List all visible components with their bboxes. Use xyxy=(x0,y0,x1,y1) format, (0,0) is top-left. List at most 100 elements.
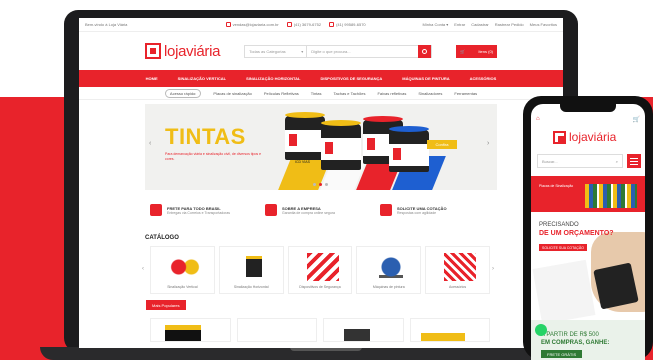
calculator-icon xyxy=(593,262,639,310)
phone-logo-text: lojaviária xyxy=(569,130,617,144)
nav-home[interactable]: HOME xyxy=(146,76,158,81)
product-card[interactable] xyxy=(150,318,231,342)
logo-mark-icon xyxy=(145,43,161,59)
vertical-signage-thumb xyxy=(169,253,201,281)
quote-button[interactable]: SOLICITE SUA COTAÇÃO xyxy=(539,244,587,251)
quick-link-studs[interactable]: Tachas e Tachões xyxy=(334,91,366,96)
favorites-link[interactable]: Meus Favoritos xyxy=(530,22,557,27)
email-contact[interactable]: vendas@lojaviaria.com.br xyxy=(225,22,279,27)
phone-logo[interactable]: lojaviária xyxy=(553,130,616,144)
cart-label: Itens (0) xyxy=(478,48,493,54)
product-card[interactable] xyxy=(323,318,404,342)
search-button[interactable] xyxy=(418,44,432,58)
quick-link-signals[interactable]: Sinalizadores xyxy=(418,91,442,96)
phone-search-placeholder: Buscar... xyxy=(542,158,558,164)
catalog-card-horizontal[interactable]: Sinalização Horizontal xyxy=(218,246,284,294)
phone-banner-text: Placas de Sinalização xyxy=(539,184,574,188)
whatsapp-icon xyxy=(329,22,335,27)
horizontal-signage-thumb xyxy=(237,253,270,281)
nav-horizontal-signage[interactable]: SINALIZAÇÃO HORIZONTAL xyxy=(246,76,300,81)
catalog-card-safety[interactable]: Dispositivos de Segurança xyxy=(287,246,353,294)
catalog-card-machines[interactable]: Máquinas de pintura xyxy=(356,246,422,294)
phone-banner-image xyxy=(585,184,637,208)
catalog-card-accessories[interactable]: Acessórios xyxy=(425,246,490,294)
search-bar: Todas as Categorias ▾ Digite o que procur… xyxy=(244,44,433,58)
feature-quote: SOLICITE UMA COTAÇÃO Respostas com agilid… xyxy=(380,198,490,222)
site-logo[interactable]: lojaviária xyxy=(145,42,221,60)
phone-banner[interactable]: Placas de Sinalização xyxy=(531,176,645,212)
can-brand-label: ICD VIAS xyxy=(295,160,310,164)
track-order-link[interactable]: Rastrear Pedido xyxy=(495,22,524,27)
paint-can xyxy=(389,126,429,172)
promo-line-2: EM COMPRAS, GANHE: xyxy=(541,340,610,346)
my-account-link[interactable]: Minha Conta ▾ xyxy=(422,22,448,27)
document-icon xyxy=(380,204,392,216)
nav-accessories[interactable]: ACESSÓRIOS xyxy=(470,76,497,81)
catalog-prev-arrow-icon[interactable]: ‹ xyxy=(142,266,144,272)
login-link[interactable]: Entrar xyxy=(454,22,465,27)
hamburger-menu-icon[interactable] xyxy=(627,154,641,168)
nav-paint-machines[interactable]: MÁQUINAS DE PINTURA xyxy=(402,76,449,81)
feature-title: FRETE PARA TODO BRASIL xyxy=(167,205,221,211)
phone-search-input[interactable]: Buscar... ⌕ xyxy=(537,154,623,168)
phone-screen: ⌂ 🛒 lojaviária Buscar... ⌕ Placas de Sin… xyxy=(531,104,645,360)
banner-title: TINTAS xyxy=(165,124,246,149)
logo-text: lojaviária xyxy=(164,42,221,60)
truck-icon xyxy=(150,204,162,216)
quick-link-plates[interactable]: Placas de sinalização xyxy=(213,91,251,96)
whatsapp-contact[interactable]: (41) 99589-6570 xyxy=(329,22,366,27)
banner-subtitle: Para demarcação viária e sinalização civ… xyxy=(165,152,262,161)
catalog-next-arrow-icon[interactable]: › xyxy=(492,266,494,272)
promo-line-1: A PARTIR DE R$ 500 xyxy=(541,332,599,338)
phone-quote-banner[interactable]: PRECISANDO DE UM ORÇAMENTO? SOLICITE SUA… xyxy=(531,212,645,320)
catalog-card-vertical[interactable]: Sinalização Vertical xyxy=(150,246,215,294)
search-icon[interactable]: ⌕ xyxy=(616,159,618,164)
cart-button[interactable]: 🛒 Itens (0) xyxy=(456,44,497,58)
feature-about: SOBRE A EMPRESA Garantia de compra online… xyxy=(265,198,375,222)
phone-cart-icon[interactable]: 🛒 xyxy=(633,116,640,123)
showcase-stage: Bem-vindo à Loja Viária vendas@lojaviari… xyxy=(0,0,653,360)
feature-title: SOLICITE UMA COTAÇÃO xyxy=(397,205,447,211)
product-thumb xyxy=(344,329,370,341)
quick-link-tools[interactable]: Ferramentas xyxy=(454,91,477,96)
category-select[interactable]: Todas as Categorias ▾ xyxy=(245,45,308,57)
top-bar: Bem-vindo à Loja Viária vendas@lojaviari… xyxy=(79,18,563,32)
nav-vertical-signage[interactable]: SINALIZAÇÃO VERTICAL xyxy=(178,76,226,81)
paint-machine-thumb xyxy=(375,253,408,281)
quick-link-strips[interactable]: Faixas refletivas xyxy=(377,91,406,96)
paint-can xyxy=(285,112,325,160)
phone-contact[interactable]: (41) 3679-6752 xyxy=(286,22,321,27)
hero-banner: ‹ › TINTAS Para demarcação viária e sina… xyxy=(145,104,497,190)
site-header: lojaviária Todas as Categorias ▾ Digite o… xyxy=(79,32,563,70)
mail-icon xyxy=(225,22,231,27)
catalog-title: CATÁLOGO xyxy=(145,235,179,241)
quick-access-label: Acesso rápido: xyxy=(164,88,202,98)
paper-sheet xyxy=(532,259,596,320)
feature-text: Respostas com agilidade xyxy=(397,210,437,215)
banner-prev-arrow-icon[interactable]: ‹ xyxy=(149,140,157,148)
phone-notch xyxy=(560,104,616,112)
product-card[interactable] xyxy=(236,318,317,342)
catalog-card-label: Sinalização Vertical xyxy=(167,285,198,289)
phone-icon xyxy=(286,22,292,27)
quick-link-paints[interactable]: Tintas xyxy=(311,91,322,96)
features-strip: FRETE PARA TODO BRASIL Entregas via Corre… xyxy=(150,198,490,222)
catalog-card-label: Acessórios xyxy=(449,285,467,289)
register-link[interactable]: Cadastrar xyxy=(471,22,489,27)
popular-tab[interactable]: Mais Populares xyxy=(146,300,186,310)
logo-mark-icon xyxy=(553,130,566,144)
quick-link-films[interactable]: Películas Refletivas xyxy=(264,91,299,96)
search-input[interactable]: Digite o que procura... xyxy=(307,49,418,54)
nav-safety-devices[interactable]: DISPOSITIVOS DE SEGURANÇA xyxy=(321,76,383,81)
quick-access-nav: Acesso rápido: Placas de sinalização Pel… xyxy=(79,87,563,100)
carousel-dots[interactable] xyxy=(313,183,328,186)
home-icon[interactable]: ⌂ xyxy=(536,116,540,122)
safety-devices-thumb xyxy=(306,253,339,281)
phone-status-row: ⌂ 🛒 xyxy=(531,112,645,126)
whatsapp-float-icon[interactable] xyxy=(535,324,547,336)
phone-promo-banner[interactable]: A PARTIR DE R$ 500 EM COMPRAS, GANHE: FR… xyxy=(531,320,645,360)
product-card[interactable] xyxy=(409,318,490,342)
paint-can xyxy=(321,120,361,170)
banner-cta-button[interactable]: Confira xyxy=(427,140,457,149)
banner-next-arrow-icon[interactable]: › xyxy=(487,140,495,148)
